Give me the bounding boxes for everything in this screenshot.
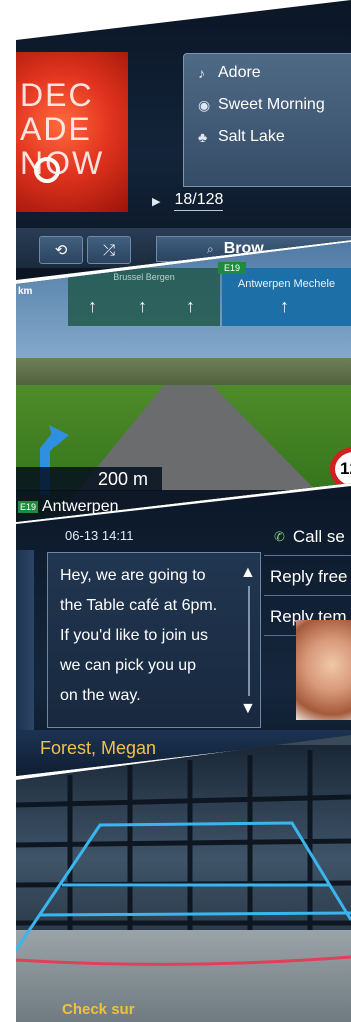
side-back-button[interactable] <box>16 550 34 730</box>
hills <box>16 358 351 388</box>
track-item[interactable]: ◉ Sweet Morning <box>198 92 325 118</box>
message-timestamp: 06-13 14:11 <box>65 528 134 543</box>
lane-sign-left: Brussel Bergen ↑ ↑ ↑ <box>68 268 220 326</box>
media-panel: DEC ADE NOW ♪ Adore ◉ Sweet Morning ♣ Sa… <box>16 0 351 280</box>
highway-signs: Brussel Bergen ↑ ↑ ↑ Antwerpen Mechele ↑ <box>68 268 351 326</box>
disc-icon: ◉ <box>198 96 211 113</box>
road-badge: E19 <box>218 262 246 274</box>
camera-warning: Check sur <box>62 1001 135 1018</box>
reply-free-button[interactable]: Reply free <box>264 558 351 596</box>
album-art-text: DEC ADE NOW <box>20 77 105 181</box>
message-body: Hey, we are going to the Table café at 6… <box>47 552 261 728</box>
scroll-track <box>248 586 250 696</box>
scroll-up-icon[interactable]: ▲ <box>240 564 256 582</box>
search-icon: ⌕ <box>207 241 214 256</box>
album-ring-graphic <box>34 157 60 183</box>
track-counter: ▶ 18/128 <box>152 191 224 211</box>
road-badge: E19 <box>18 501 39 513</box>
call-sender-button[interactable]: ✆ Call se <box>264 518 351 556</box>
repeat-icon: ⟲ <box>54 242 68 259</box>
shuffle-button[interactable]: ⤮ <box>87 236 131 264</box>
shuffle-icon: ⤮ <box>102 241 115 259</box>
track-item[interactable]: ♣ Salt Lake <box>198 124 285 150</box>
artist-icon: ♣ <box>198 129 208 145</box>
phone-icon: ✆ <box>274 528 285 544</box>
arrow-up-icon: ↑ <box>280 296 289 316</box>
arrow-up-icon: ↑ <box>88 296 97 316</box>
navigation-panel: km Brussel Bergen ↑ ↑ ↑ Antwerpen Mechel… <box>16 242 351 522</box>
camera-guidelines <box>16 750 351 966</box>
speed-unit: km <box>18 286 33 297</box>
contact-photo <box>296 620 351 720</box>
distance-readout: 200 m <box>16 467 162 491</box>
track-item[interactable]: ♪ Adore <box>198 60 261 86</box>
play-icon: ▶ <box>152 195 161 208</box>
message-panel: 06-13 14:11 Hey, we are going to the Tab… <box>16 486 351 776</box>
track-list: ♪ Adore ◉ Sweet Morning ♣ Salt Lake <box>183 53 351 187</box>
scroll-down-icon[interactable]: ▼ <box>240 700 256 718</box>
sender-name: Forest, Megan <box>40 738 157 758</box>
lane-sign-right: Antwerpen Mechele ↑ <box>222 268 351 326</box>
repeat-button[interactable]: ⟲ <box>39 236 83 264</box>
music-note-icon: ♪ <box>198 65 205 81</box>
arrow-up-icon: ↑ <box>186 296 195 316</box>
rear-camera-panel: Check sur <box>16 735 351 1022</box>
road-name: Antwerpen <box>42 498 119 515</box>
message-scrollbar[interactable]: ▲ ▼ <box>239 564 259 724</box>
arrow-up-icon: ↑ <box>138 296 147 316</box>
